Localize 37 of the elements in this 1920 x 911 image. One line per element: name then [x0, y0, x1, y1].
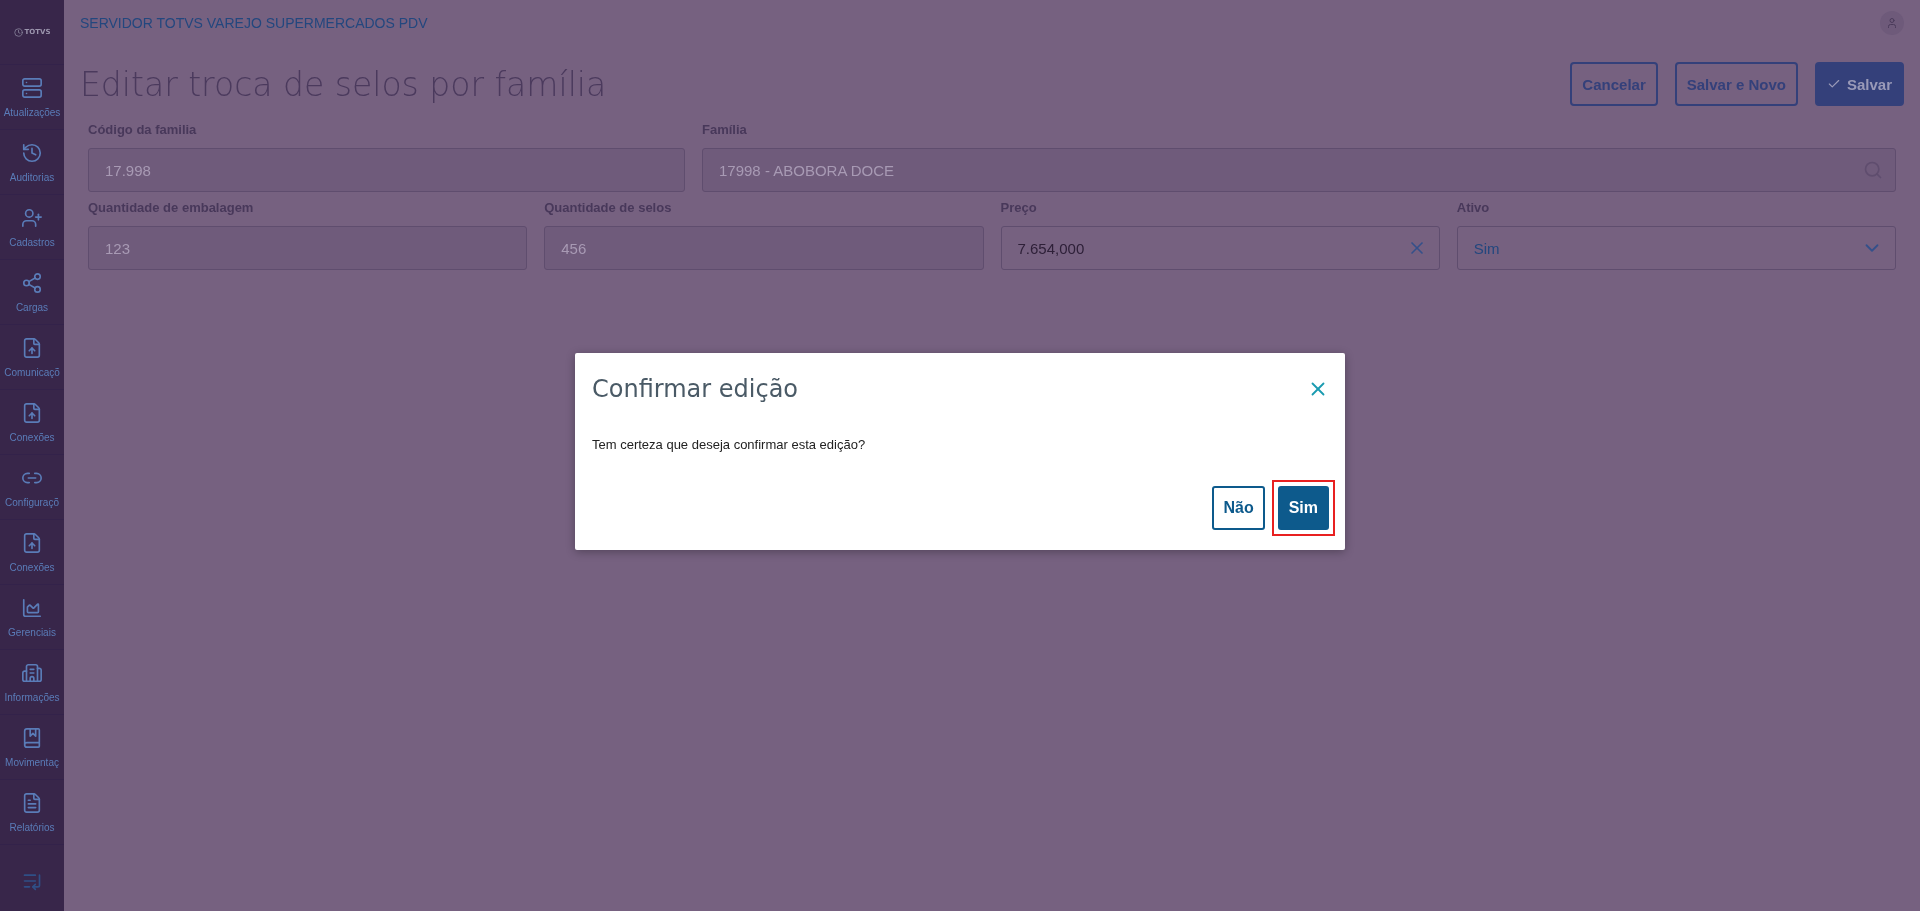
sidebar-item[interactable]: Relatórios	[0, 780, 64, 845]
user-avatar[interactable]	[1880, 11, 1904, 35]
file-upload-icon	[21, 531, 43, 554]
history-icon	[21, 141, 43, 164]
logo-mark-icon	[13, 27, 23, 37]
building-icon	[21, 661, 43, 684]
book-icon	[21, 726, 43, 749]
file-upload-icon	[21, 336, 43, 359]
collapse-menu-icon[interactable]	[22, 871, 42, 891]
dialog-message: Tem certeza que deseja confirmar esta edição?	[592, 437, 867, 452]
sidebar-item[interactable]: Atualizações	[0, 65, 64, 130]
check-icon	[1826, 77, 1841, 91]
action-button[interactable]: Salvar e Novo	[1674, 62, 1798, 106]
header-title: SERVIDOR TOTVS VAREJO SUPERMERCADOS PDV	[80, 15, 428, 31]
save-button[interactable]: Salvar	[1814, 62, 1904, 106]
sidebar-item[interactable]: Conexões	[0, 520, 64, 585]
chart-icon	[21, 596, 43, 619]
sidebar-item[interactable]: Gerenciais	[0, 585, 64, 650]
document-icon	[21, 791, 43, 814]
sidebar-item[interactable]: Conexões	[0, 390, 64, 455]
sidebar-item[interactable]: Informações	[0, 650, 64, 715]
dialog-button[interactable]: Não	[1212, 486, 1265, 530]
dialog-title: Confirmar edição	[592, 375, 799, 403]
sidebar-item[interactable]: Movimentaç	[0, 715, 64, 780]
select-field[interactable]: Sim	[1456, 226, 1896, 270]
action-button[interactable]: Cancelar	[1570, 62, 1658, 106]
file-upload-icon	[21, 401, 43, 424]
sidebar-item[interactable]: Comunicaçõ	[0, 325, 64, 390]
dialog-button[interactable]: Sim	[1277, 486, 1329, 530]
sidebar-item[interactable]: Auditorias	[0, 130, 64, 195]
sidebar-item[interactable]: Cargas	[0, 260, 64, 325]
add-user-icon	[21, 206, 43, 229]
sidebar-item[interactable]: Cadastros	[0, 195, 64, 260]
input-field[interactable]: 7.654,000	[1000, 226, 1440, 270]
share-icon	[21, 271, 43, 294]
sidebar-item[interactable]: Configuraçõ	[0, 455, 64, 520]
server-icon	[21, 76, 43, 99]
